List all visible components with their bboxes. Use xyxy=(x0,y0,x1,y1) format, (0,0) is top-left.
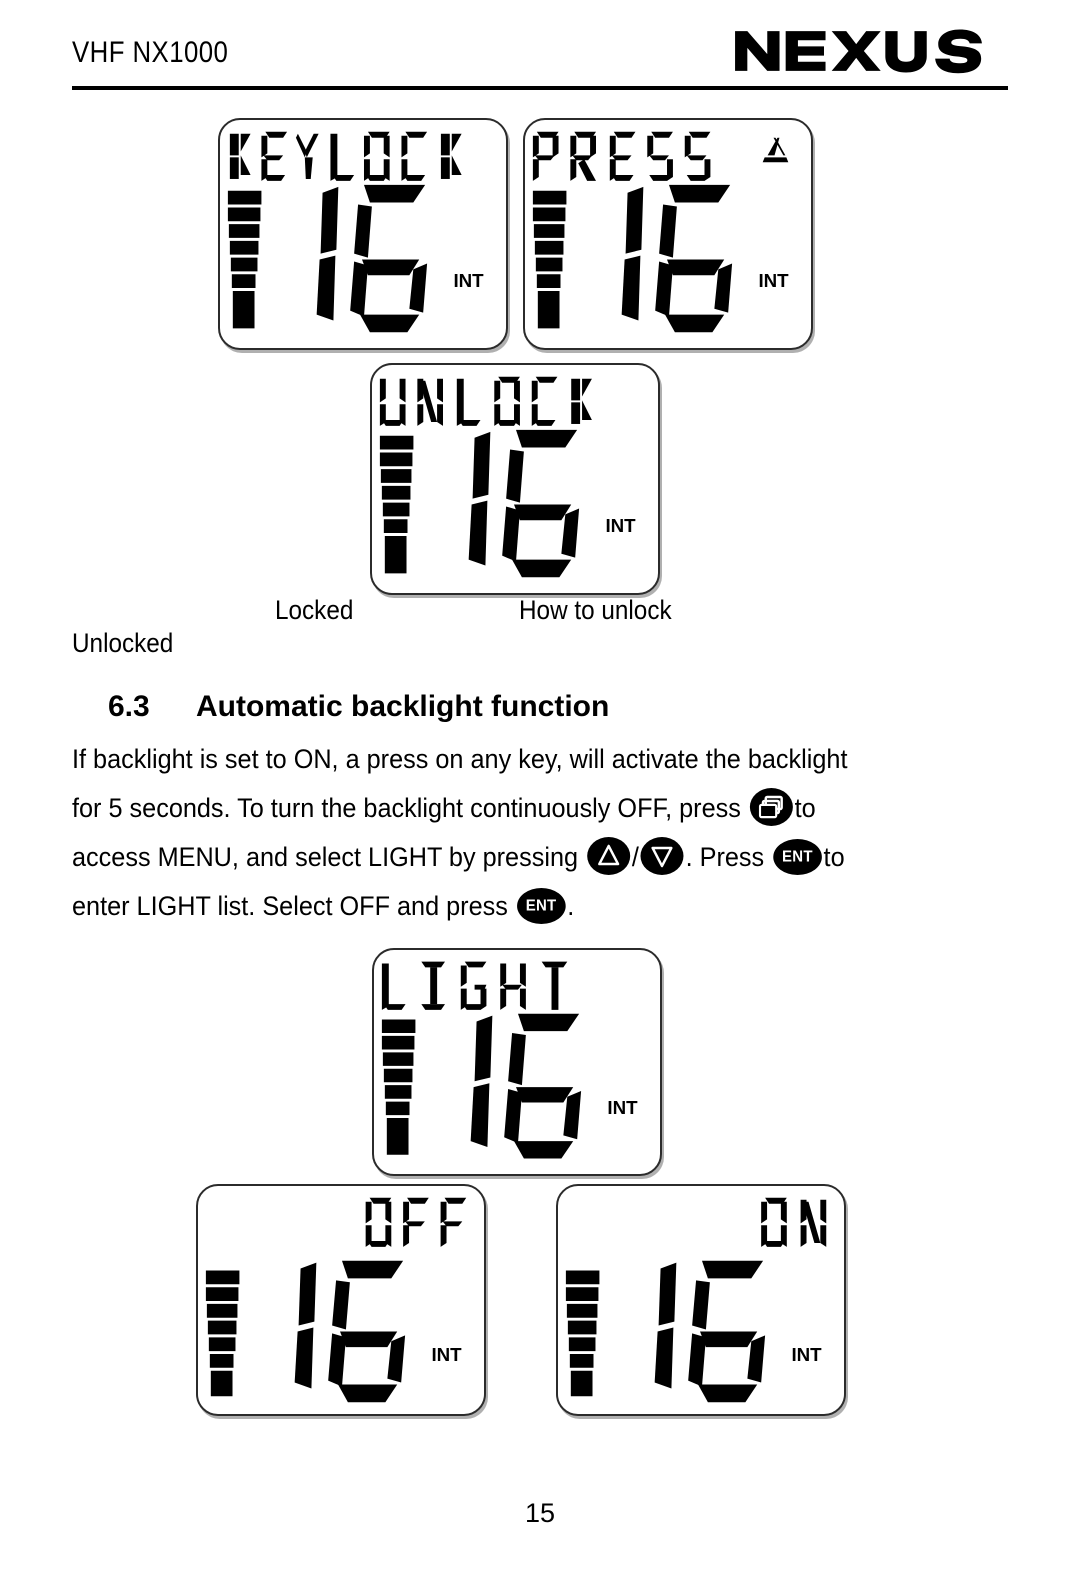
lcd-display-unlock: INT xyxy=(370,363,660,595)
caption-unlocked: Unlocked xyxy=(72,628,174,658)
lcd-display-light: INT xyxy=(372,948,662,1176)
down-arrow-key-icon[interactable] xyxy=(640,837,684,875)
ent-key-icon[interactable]: ENT xyxy=(773,839,822,875)
lcd-unit-label: INT xyxy=(453,270,484,291)
lcd-label-off xyxy=(365,1197,467,1247)
paragraph-line-3-text-a: access MENU, and select LIGHT by pressin… xyxy=(72,842,579,872)
paragraph-line-4-text-a: enter LIGHT list. Select OFF and press xyxy=(72,891,508,921)
signal-bar-graph xyxy=(565,1270,600,1397)
lcd-unit-label: INT xyxy=(758,270,789,291)
paragraph-line-4-text-b: . xyxy=(567,891,575,921)
signal-bar-graph xyxy=(227,190,262,329)
lcd-display-off: INT xyxy=(196,1184,486,1416)
section-heading: 6.3 Automatic backlight function xyxy=(108,690,609,724)
header-divider xyxy=(72,86,1008,90)
page-number: 15 xyxy=(524,1498,556,1528)
paragraph-line-2-text-a: for 5 seconds. To turn the backlight con… xyxy=(72,793,741,823)
body-paragraph: If backlight is set to ON, a press on an… xyxy=(72,735,972,931)
lcd-label-keylock xyxy=(229,131,462,181)
paragraph-line-2-text-b: to xyxy=(794,793,816,823)
signal-bar-graph xyxy=(205,1270,240,1397)
page-title: VHF NX1000 xyxy=(72,36,229,69)
lcd-channel-digits xyxy=(654,1260,766,1403)
paragraph-line-3-sep: / xyxy=(631,842,639,872)
lcd-display-keylock: INT xyxy=(218,118,508,350)
paragraph-line-3: access MENU, and select LIGHT by pressin… xyxy=(72,833,914,882)
lcd-label-press xyxy=(532,131,711,181)
lcd-unit-label: INT xyxy=(431,1344,462,1365)
caption-locked: Locked xyxy=(275,595,354,625)
paragraph-line-3-text-c: . Press xyxy=(685,842,765,872)
section-title: Automatic backlight function xyxy=(196,690,610,723)
signal-bar-graph xyxy=(532,190,567,329)
nexus-logo xyxy=(735,29,982,74)
lcd-channel-digits xyxy=(468,429,580,578)
paragraph-line-4: enter LIGHT list. Select OFF and press E… xyxy=(72,882,914,931)
lcd-channel-digits xyxy=(470,1013,582,1159)
caption-how-to-unlock: How to unlock xyxy=(519,595,672,625)
lcd-channel-digits xyxy=(621,184,733,333)
ent-key-label: ENT xyxy=(781,848,813,866)
lcd-unit-label: INT xyxy=(605,515,636,536)
signal-bar-graph xyxy=(381,1019,416,1155)
ent-key-label-2: ENT xyxy=(525,897,557,915)
ent-key-icon-2[interactable]: ENT xyxy=(516,888,566,924)
lcd-channel-digits xyxy=(294,1260,406,1403)
triangle-indicator-icon xyxy=(762,137,789,163)
lcd-label-on xyxy=(761,1197,827,1247)
lcd-display-on: INT xyxy=(556,1184,846,1416)
lcd-label-unlock xyxy=(379,376,592,426)
section-number: 6.3 xyxy=(108,690,150,723)
lcd-unit-label: INT xyxy=(791,1344,822,1365)
menu-key-icon[interactable] xyxy=(749,788,793,826)
lcd-channel-digits xyxy=(316,184,428,333)
lcd-unit-label: INT xyxy=(607,1097,638,1118)
paragraph-line-1: If backlight is set to ON, a press on an… xyxy=(72,744,848,774)
paragraph-line-2: for 5 seconds. To turn the backlight con… xyxy=(72,784,914,833)
page-header: VHF NX1000 xyxy=(72,28,1008,90)
lcd-display-press: INT xyxy=(523,118,813,350)
signal-bar-graph xyxy=(379,435,414,574)
up-arrow-key-icon[interactable] xyxy=(586,837,630,875)
paragraph-line-3-text-d: to xyxy=(823,842,845,872)
lcd-label-light xyxy=(381,961,568,1010)
